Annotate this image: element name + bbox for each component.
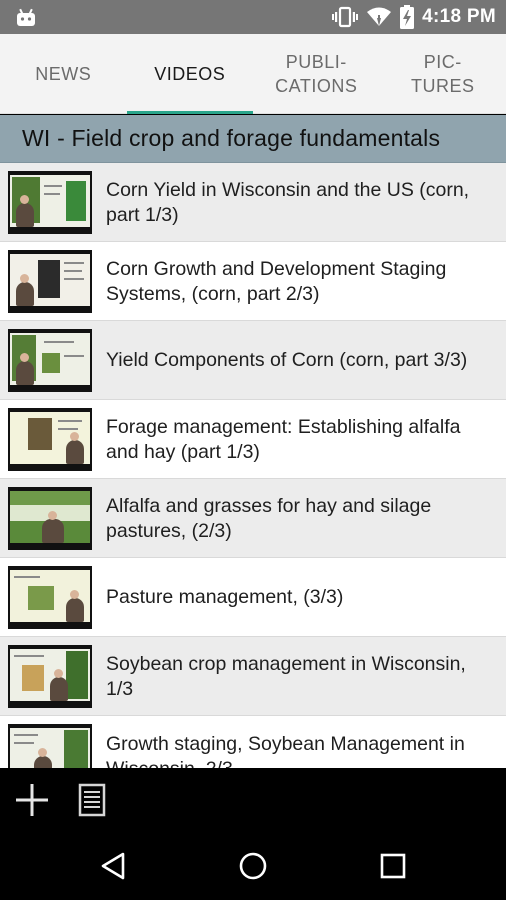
back-button[interactable] [91,846,135,886]
add-button[interactable] [12,780,52,820]
vibrate-icon [332,6,359,28]
video-title: Corn Growth and Development Staging Syst… [106,257,447,305]
video-thumbnail [8,724,92,768]
list-button[interactable] [72,780,112,820]
home-icon [239,852,267,880]
video-list-item[interactable]: Forage management: Establishing alfalfa … [0,400,506,479]
tab-indicator [126,111,253,114]
video-thumbnail [8,645,92,708]
video-list-item[interactable]: Corn Yield in Wisconsin and the US (corn… [0,163,506,242]
back-icon [101,852,125,880]
video-title: Growth staging, Soybean Management in Wi… [106,733,465,768]
video-title: Forage management: Establishing alfalfa … [106,415,461,463]
section-title: WI - Field crop and forage fundamentals [22,125,441,151]
video-title: Soybean crop management in Wisconsin, 1/… [106,652,466,700]
tab-bar: NEWS VIDEOS PUBLI- CATIONS PIC- TURES [0,34,506,114]
add-icon [16,784,48,816]
video-thumbnail [8,329,92,392]
video-title: Yield Components of Corn (corn, part 3/3… [106,349,468,371]
recents-icon [380,853,406,879]
tab-pictures[interactable]: PIC- TURES [380,34,506,114]
video-list-item[interactable]: Pasture management, (3/3) [0,558,506,637]
battery-charging-icon [400,5,415,29]
video-thumbnail [8,487,92,550]
android-icon [17,8,35,26]
tab-publications-label: PUBLI- CATIONS [275,52,358,96]
video-list-item[interactable]: Yield Components of Corn (corn, part 3/3… [0,321,506,400]
video-list-item[interactable]: Alfalfa and grasses for hay and silage p… [0,479,506,558]
tab-publications[interactable]: PUBLI- CATIONS [253,34,380,114]
section-header: WI - Field crop and forage fundamentals [0,115,506,163]
recents-button[interactable] [371,846,415,886]
video-title: Corn Yield in Wisconsin and the US (corn… [106,178,470,226]
video-thumbnail [8,171,92,234]
navigation-bar [0,832,506,900]
video-title: Alfalfa and grasses for hay and silage p… [106,494,432,542]
tab-news-label: NEWS [35,64,92,84]
tab-videos[interactable]: VIDEOS [126,34,253,114]
list-icon [78,783,106,817]
tab-videos-label: VIDEOS [154,64,226,84]
status-bar: 4:18 PM [0,0,506,34]
home-button[interactable] [231,846,275,886]
status-time: 4:18 PM [422,6,496,27]
video-list-item[interactable]: Soybean crop management in Wisconsin, 1/… [0,637,506,716]
tab-pictures-label: PIC- TURES [410,52,475,96]
video-thumbnail [8,566,92,629]
tab-news[interactable]: NEWS [0,34,127,114]
video-thumbnail [8,250,92,313]
video-list-item[interactable]: Growth staging, Soybean Management in Wi… [0,716,506,768]
video-title: Pasture management, (3/3) [106,586,344,608]
video-list-item[interactable]: Corn Growth and Development Staging Syst… [0,242,506,321]
video-thumbnail [8,408,92,471]
wifi-icon [367,7,392,26]
action-bar [0,768,506,832]
video-list[interactable]: Corn Yield in Wisconsin and the US (corn… [0,163,506,768]
